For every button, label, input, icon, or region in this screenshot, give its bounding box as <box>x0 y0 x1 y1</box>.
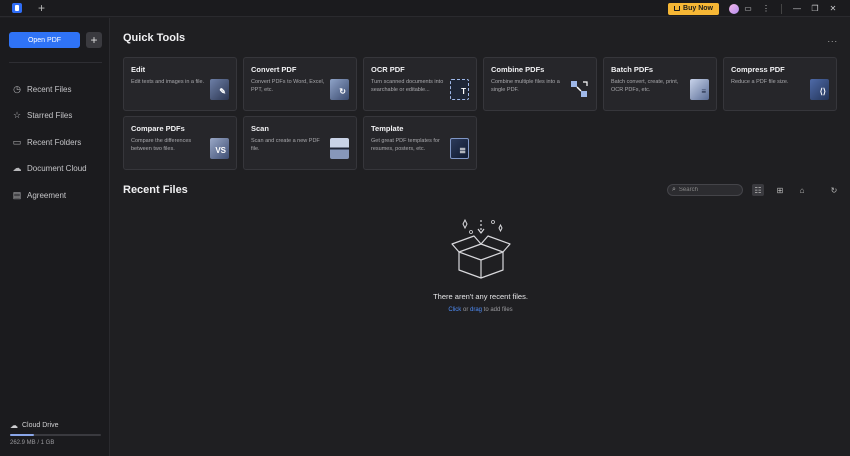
star-icon: ☆ <box>12 110 22 121</box>
tool-card-convert-pdf[interactable]: Convert PDF Convert PDFs to Word, Excel,… <box>243 57 357 111</box>
vs-icon: VS <box>215 146 226 155</box>
tool-card-title: Combine PDFs <box>491 65 545 74</box>
sidebar-nav: ◷ Recent Files ☆ Starred Files ▭ Recent … <box>12 76 87 209</box>
add-files-text: to add files <box>482 307 513 313</box>
cloud-drive[interactable]: ☁ Cloud Drive <box>10 421 59 430</box>
more-options-icon[interactable]: ... <box>827 34 838 44</box>
grid-view-icon[interactable]: ⊞ <box>774 184 786 196</box>
ocr-icon <box>450 79 469 100</box>
sidebar-item-label: Agreement <box>27 190 67 200</box>
tool-card-title: Batch PDFs <box>611 65 654 74</box>
tool-card-scan[interactable]: Scan Scan and create a new PDF file. <box>243 116 357 170</box>
sidebar-item-document-cloud[interactable]: ☁ Document Cloud <box>12 156 87 183</box>
empty-box-icon <box>449 214 513 284</box>
tool-card-desc: Compare the differences between two file… <box>131 138 192 152</box>
batch-icon <box>690 79 709 100</box>
sidebar-item-label: Recent Folders <box>27 137 82 147</box>
tool-card-desc: Reduce a PDF file size. <box>731 79 789 85</box>
tool-card-desc: Scan and create a new PDF file. <box>251 138 320 152</box>
sidebar-divider <box>9 62 102 63</box>
tool-card-desc: Get great PDF templates for resumes, pos… <box>371 138 440 152</box>
template-lines-icon: ≣ <box>459 146 466 155</box>
storage-progress-fill <box>10 434 34 436</box>
search-input[interactable] <box>678 187 734 193</box>
or-text: or <box>461 307 470 313</box>
tool-card-title: Compress PDF <box>731 65 785 74</box>
scanner-icon <box>330 138 349 159</box>
compress-arrows-icon: ⟨⟩ <box>819 87 826 96</box>
empty-state: There aren't any recent files. Click or … <box>111 214 850 313</box>
main-content: Quick Tools ... Edit Edit texts and imag… <box>111 18 850 456</box>
buy-now-button[interactable]: Buy Now <box>668 2 719 15</box>
clock-icon: ◷ <box>13 83 21 94</box>
titlebar-divider <box>781 3 782 14</box>
sidebar-item-recent-files[interactable]: ◷ Recent Files <box>12 76 87 103</box>
document-icon: ▤ <box>12 189 22 200</box>
tool-card-batch-pdfs[interactable]: Batch PDFs Batch convert, create, print,… <box>603 57 717 111</box>
avatar[interactable] <box>729 3 739 14</box>
storage-usage-text: 262.9 MB / 1 GB <box>10 440 55 446</box>
message-icon[interactable]: ▭ <box>739 4 757 13</box>
tool-card-title: Convert PDF <box>251 65 297 74</box>
drag-link[interactable]: drag <box>470 307 482 313</box>
tool-card-desc: Turn scanned documents into searchable o… <box>371 79 444 93</box>
storage-progress-bar <box>10 434 101 436</box>
title-bar-controls: Buy Now ▭ ⋮ — ❐ ✕ <box>668 0 842 17</box>
refresh-icon[interactable]: ↻ <box>828 184 840 196</box>
arrow-icon: ↻ <box>339 87 346 96</box>
restore-icon[interactable]: ❐ <box>806 4 824 13</box>
cloud-sync-icon[interactable]: ⌂ <box>796 184 808 196</box>
quick-tools-title: Quick Tools <box>123 32 186 44</box>
sidebar-item-label: Document Cloud <box>27 164 87 174</box>
title-bar: + Buy Now ▭ ⋮ — ❐ ✕ <box>0 0 850 17</box>
buy-now-label: Buy Now <box>683 5 713 12</box>
folder-icon: ▭ <box>12 136 22 147</box>
tool-card-desc: Edit texts and images in a file. <box>131 79 205 85</box>
new-tab-button[interactable]: + <box>38 2 45 14</box>
combine-icon <box>570 79 589 100</box>
minimize-icon[interactable]: — <box>788 4 806 13</box>
cloud-icon: ☁ <box>12 163 22 174</box>
cart-icon <box>674 6 681 11</box>
more-vertical-icon[interactable]: ⋮ <box>757 4 775 13</box>
empty-hint: Click or drag to add files <box>111 307 850 313</box>
create-button[interactable]: + <box>86 32 102 48</box>
text-t-icon: T <box>461 87 466 96</box>
empty-message: There aren't any recent files. <box>433 292 528 301</box>
list-icon: ≡ <box>701 87 706 96</box>
sidebar-item-recent-folders[interactable]: ▭ Recent Folders <box>12 129 87 156</box>
click-link[interactable]: Click <box>448 307 461 313</box>
tool-card-ocr-pdf[interactable]: OCR PDF Turn scanned documents into sear… <box>363 57 477 111</box>
tool-card-desc: Convert PDFs to Word, Excel, PPT, etc. <box>251 79 325 93</box>
tool-card-desc: Batch convert, create, print, OCR PDFs, … <box>611 79 679 93</box>
sidebar-item-agreement[interactable]: ▤ Agreement <box>12 182 87 209</box>
tool-card-title: Edit <box>131 65 146 74</box>
tool-card-combine-pdfs[interactable]: Combine PDFs Combine multiple files into… <box>483 57 597 111</box>
tool-card-template[interactable]: Template Get great PDF templates for res… <box>363 116 477 170</box>
sidebar-item-starred-files[interactable]: ☆ Starred Files <box>12 103 87 130</box>
tool-card-compress-pdf[interactable]: Compress PDF Reduce a PDF file size. ⟨⟩ <box>723 57 837 111</box>
list-view-icon[interactable]: ☷ <box>752 184 764 196</box>
tool-card-desc: Combine multiple files into a single PDF… <box>491 79 560 93</box>
tool-card-title: Compare PDFs <box>131 124 185 133</box>
tool-card-title: Scan <box>251 124 269 133</box>
open-pdf-button[interactable]: Open PDF <box>9 32 80 48</box>
tool-card-compare-pdfs[interactable]: Compare PDFs Compare the differences bet… <box>123 116 237 170</box>
app-logo-icon <box>12 3 22 13</box>
close-icon[interactable]: ✕ <box>824 4 842 13</box>
cloud-drive-label: Cloud Drive <box>22 422 59 429</box>
search-box[interactable]: ⌕ <box>667 184 743 196</box>
recent-files-title: Recent Files <box>123 184 188 196</box>
sidebar-item-label: Recent Files <box>27 84 72 94</box>
tool-card-edit[interactable]: Edit Edit texts and images in a file. ✎ <box>123 57 237 111</box>
sidebar-item-label: Starred Files <box>27 111 73 121</box>
tool-card-title: Template <box>371 124 404 133</box>
sidebar: Open PDF + ◷ Recent Files ☆ Starred File… <box>0 18 110 456</box>
search-icon: ⌕ <box>672 186 676 193</box>
cloud-icon: ☁ <box>10 421 18 430</box>
pen-icon: ✎ <box>219 87 226 96</box>
tool-card-title: OCR PDF <box>371 65 405 74</box>
